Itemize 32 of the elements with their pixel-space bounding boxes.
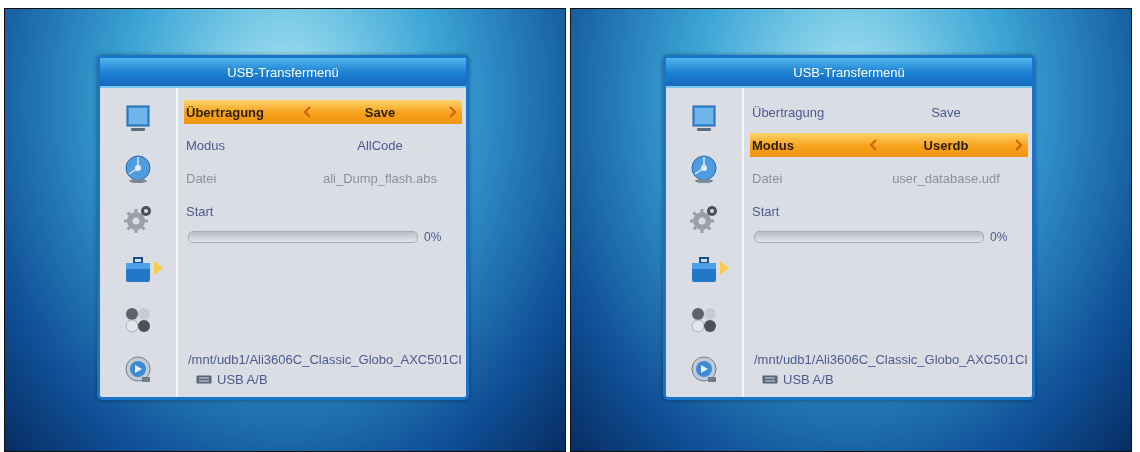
swap-key-icon xyxy=(196,375,212,384)
chevron-left-icon xyxy=(870,139,877,151)
pointer-icon xyxy=(720,260,729,275)
toolbox-icon xyxy=(689,254,719,285)
menu-title: USB-Transfermenü xyxy=(666,58,1032,88)
pointer-icon xyxy=(154,260,163,275)
chevron-right-icon xyxy=(449,106,456,118)
progress-percent: 0% xyxy=(424,230,442,244)
sidebar-item[interactable] xyxy=(689,254,729,285)
menu-row[interactable]: Start xyxy=(184,199,462,223)
chevron-right-icon xyxy=(1015,139,1022,151)
file-path: /mnt/udb1/Ali3606C_Classic_Globo_AXC501CI xyxy=(753,352,1028,367)
disc-icon xyxy=(689,154,719,185)
sidebar-item[interactable] xyxy=(123,254,163,285)
swap-key-icon xyxy=(762,375,778,384)
file-path: /mnt/udb1/Ali3606C_Classic_Globo_AXC501CI xyxy=(187,352,462,367)
menu-row[interactable]: Modus AllCode xyxy=(184,133,462,157)
gear-icon xyxy=(689,204,719,235)
usb-label: USB A/B xyxy=(217,372,268,387)
progress-percent: 0% xyxy=(990,230,1008,244)
menu-row[interactable]: Start xyxy=(750,199,1028,223)
chevron-left-icon xyxy=(304,106,311,118)
disc-icon xyxy=(123,154,153,185)
menu-title: USB-Transfermenü xyxy=(100,58,466,88)
media-disc-icon xyxy=(123,354,153,385)
media-disc-icon xyxy=(689,354,719,385)
menu-row[interactable]: Übertragung Save xyxy=(750,100,1028,124)
toolbox-icon xyxy=(123,254,153,285)
menu-row-highlighted[interactable]: Modus Userdb xyxy=(750,133,1028,157)
usb-label: USB A/B xyxy=(783,372,834,387)
menu-row-highlighted[interactable]: Übertragung Save xyxy=(184,100,462,124)
gear-icon xyxy=(123,204,153,235)
